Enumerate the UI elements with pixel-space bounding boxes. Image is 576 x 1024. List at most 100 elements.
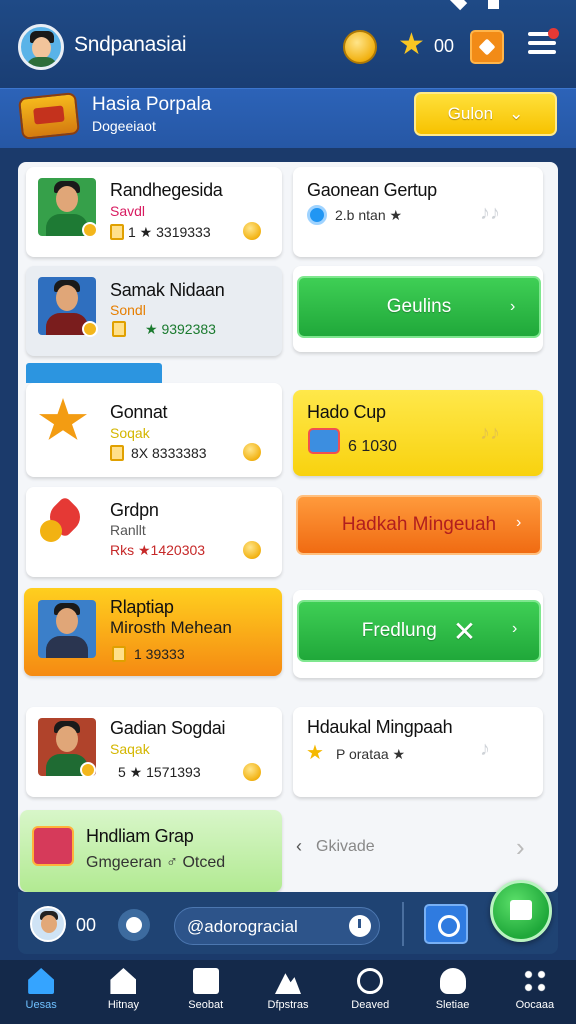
clock-icon[interactable] bbox=[349, 915, 371, 937]
heart-item-icon bbox=[40, 495, 87, 542]
player-photo bbox=[38, 600, 96, 658]
chat-input-value: @adorogracial bbox=[187, 917, 298, 936]
card-icon bbox=[112, 646, 126, 662]
player-sub: Gmgeeran ♂ Otced bbox=[86, 854, 226, 871]
chat-input[interactable]: @adorogracial bbox=[174, 907, 380, 945]
nav-label: Hitnay bbox=[107, 999, 140, 1011]
banner-title: Hasia Porpala bbox=[92, 94, 212, 115]
star-icon: ★ bbox=[306, 742, 324, 764]
profile-avatar[interactable] bbox=[18, 24, 64, 70]
chat-avatar[interactable] bbox=[30, 906, 66, 942]
nav-label: Dfpstras bbox=[267, 999, 309, 1011]
card-icon bbox=[112, 321, 126, 337]
close-icon: ✕ bbox=[452, 615, 477, 647]
banner-subtitle: Dogeeiaot bbox=[92, 118, 156, 134]
section-tab[interactable] bbox=[26, 363, 162, 383]
bag-icon bbox=[192, 968, 219, 994]
music-icon: ♪♪ bbox=[480, 422, 500, 444]
badge-icon bbox=[82, 321, 98, 337]
coin-icon bbox=[243, 222, 261, 240]
chevron-right-icon: › bbox=[510, 298, 516, 315]
player-sub: Ranllt bbox=[110, 522, 146, 538]
player-sub: Sondl bbox=[110, 302, 146, 318]
globe-icon bbox=[307, 205, 327, 225]
card-icon bbox=[110, 445, 124, 461]
player-name: Hndliam Grap bbox=[86, 826, 194, 846]
cup-stat: 6 1030 bbox=[348, 438, 397, 455]
status-indicator-2 bbox=[488, 0, 499, 9]
nav-label: Deaved bbox=[351, 999, 390, 1011]
nav-label: Sletiae bbox=[435, 999, 470, 1011]
chat-count: 00 bbox=[76, 915, 97, 935]
player-name: Grdpn bbox=[110, 500, 159, 520]
player-stat: ★ 9392383 bbox=[145, 321, 216, 337]
player-stat: 5 ★ 1571393 bbox=[118, 764, 201, 780]
coin-icon bbox=[243, 763, 261, 781]
house-icon bbox=[110, 968, 137, 994]
clock-icon bbox=[357, 968, 384, 994]
photo-icon bbox=[274, 973, 301, 994]
chevron-right-icon: › bbox=[512, 620, 518, 637]
nav-item-profile[interactable]: Sletiae bbox=[411, 960, 493, 1024]
chevron-left-icon[interactable]: ‹ bbox=[296, 836, 302, 857]
home-icon bbox=[28, 968, 55, 994]
orange-action-button[interactable]: Hadkah Mingeuah bbox=[296, 495, 542, 555]
banner-button[interactable]: Gulon ⌄ bbox=[414, 92, 557, 136]
coin-icon bbox=[243, 541, 261, 559]
bottom-nav: Uesas Hitnay Seobat Dfpstras Deaved Slet… bbox=[0, 960, 576, 1024]
gift-icon bbox=[478, 38, 496, 56]
player-name: Randhegesida bbox=[110, 180, 223, 200]
gift-button[interactable] bbox=[470, 30, 504, 64]
star-count: 00 bbox=[434, 36, 455, 56]
share-button[interactable] bbox=[424, 904, 468, 944]
player-stat: 8X 8333383 bbox=[131, 445, 207, 461]
badge-icon bbox=[82, 222, 98, 238]
more-icon bbox=[521, 968, 548, 994]
divider bbox=[402, 902, 404, 946]
nav-item-history[interactable]: Hitnay bbox=[82, 960, 164, 1024]
toy-icon bbox=[308, 428, 340, 454]
coin-icon[interactable] bbox=[343, 30, 377, 64]
group-stat: 2.b ntan ★ bbox=[335, 207, 403, 223]
green-action-button[interactable]: Geulins bbox=[297, 276, 541, 338]
player-stat: 1 ★ 3319333 bbox=[128, 224, 211, 240]
emoji-icon[interactable] bbox=[118, 909, 150, 941]
card-icon bbox=[110, 224, 124, 240]
pager-label: Gkivade bbox=[316, 838, 375, 855]
app-title: Sndpanasiai bbox=[74, 33, 187, 56]
player-stat: Rks ★1420303 bbox=[110, 542, 206, 558]
nav-item-search[interactable]: Seobat bbox=[165, 960, 247, 1024]
banner-button-label: Gulon bbox=[447, 104, 494, 123]
button-label: Hadkah Mingeuah bbox=[341, 514, 497, 535]
cup-title: Hado Cup bbox=[307, 402, 386, 422]
group-title: Hdaukal Mingpaah bbox=[307, 717, 453, 737]
group-title: Gaonean Gertup bbox=[307, 180, 437, 200]
button-label: Fredlung bbox=[361, 620, 437, 641]
chevron-down-icon: ⌄ bbox=[509, 104, 524, 123]
banner-logo-icon bbox=[17, 92, 81, 140]
coin-icon bbox=[243, 443, 261, 461]
nav-item-photos[interactable]: Dfpstras bbox=[247, 960, 329, 1024]
chevron-right-icon: › bbox=[516, 514, 522, 531]
badge-icon bbox=[80, 762, 96, 778]
nav-label: Uesas bbox=[25, 999, 57, 1011]
chevron-right-icon[interactable]: › bbox=[516, 832, 525, 863]
gift-box-icon bbox=[32, 826, 74, 866]
send-button[interactable] bbox=[490, 880, 552, 942]
nav-item-recent[interactable]: Deaved bbox=[329, 960, 411, 1024]
player-sub: Savdl bbox=[110, 203, 146, 219]
player-sub: Mirosth Mehean bbox=[110, 618, 232, 637]
player-name: Rlaptiap bbox=[110, 597, 174, 617]
player-name: Gonnat bbox=[110, 402, 168, 422]
nav-item-more[interactable]: Oocaaa bbox=[494, 960, 576, 1024]
player-name: Gadian Sogdai bbox=[110, 718, 226, 738]
group-stat: P orataa ★ bbox=[336, 746, 406, 762]
green-action-button-2[interactable]: Fredlung ✕ bbox=[297, 600, 541, 662]
music-icon: ♪♪ bbox=[480, 202, 500, 224]
notification-dot bbox=[548, 28, 559, 39]
music-icon: ♪ bbox=[480, 738, 490, 760]
button-label: Geulins bbox=[386, 296, 452, 317]
nav-item-home[interactable]: Uesas bbox=[0, 960, 82, 1024]
nav-label: Seobat bbox=[188, 999, 224, 1011]
player-sub: Soqak bbox=[110, 425, 150, 441]
